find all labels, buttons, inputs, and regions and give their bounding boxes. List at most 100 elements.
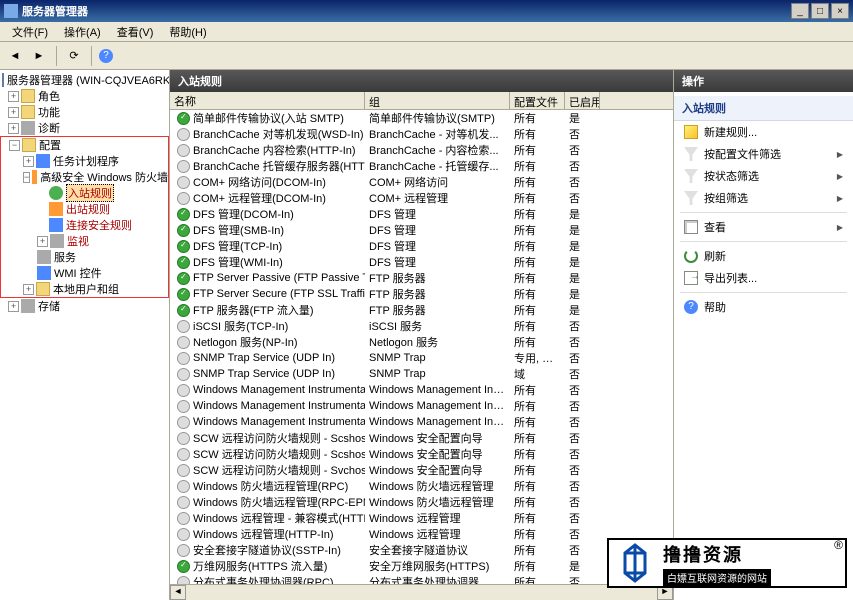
scroll-left-button[interactable]: ◄	[170, 585, 186, 600]
rule-group: 安全万维网服务(HTTPS)	[365, 558, 510, 574]
rule-name: Windows 远程管理(HTTP-In)	[193, 526, 334, 542]
rule-row[interactable]: SCW 远程访问防火墙规则 - Svchost ...Windows 安全配置向…	[170, 462, 673, 478]
rule-row[interactable]: SCW 远程访问防火墙规则 - Scshost ...Windows 安全配置向…	[170, 446, 673, 462]
rule-row[interactable]: DFS 管理(WMI-In)DFS 管理所有是	[170, 254, 673, 270]
collapse-icon[interactable]: −	[23, 172, 30, 183]
tree-pane[interactable]: 服务器管理器 (WIN-CQJVEA6RKR) +角色 +功能 +诊断 −配置 …	[0, 70, 170, 600]
rule-profile: 所有	[510, 526, 565, 542]
rule-group: Windows Management Inst...	[365, 384, 510, 396]
tree-features[interactable]: +功能	[0, 104, 169, 120]
col-profile[interactable]: 配置文件	[510, 92, 565, 109]
rule-row[interactable]: Netlogon 服务(NP-In)Netlogon 服务所有否	[170, 334, 673, 350]
rule-row[interactable]: DFS 管理(TCP-In)DFS 管理所有是	[170, 238, 673, 254]
folder-icon	[21, 105, 35, 119]
rule-name: FTP 服务器(FTP 流入量)	[193, 302, 314, 318]
rule-enabled: 否	[565, 190, 600, 206]
tree-task-scheduler[interactable]: +任务计划程序	[1, 153, 168, 169]
rule-row[interactable]: Windows 远程管理(HTTP-In)Windows 远程管理所有否	[170, 526, 673, 542]
rule-name: BranchCache 托管缓存服务器(HTTP-In)	[193, 158, 365, 174]
rule-row[interactable]: FTP Server Passive (FTP Passive Tr...FTP…	[170, 270, 673, 286]
expand-icon[interactable]: +	[8, 107, 19, 118]
rule-row[interactable]: Windows Management Instrumentation...Win…	[170, 398, 673, 414]
tree-firewall[interactable]: −高级安全 Windows 防火墙	[1, 169, 168, 185]
enabled-icon	[177, 112, 190, 125]
menu-file[interactable]: 文件(F)	[4, 22, 56, 41]
h-scrollbar[interactable]: ◄ ►	[170, 584, 673, 600]
nav-forward-button[interactable]: ►	[28, 45, 50, 67]
tree-local-users[interactable]: +本地用户和组	[1, 281, 168, 297]
tree-connection-security[interactable]: 连接安全规则	[1, 217, 168, 233]
rule-row[interactable]: 安全套接字隧道协议(SSTP-In)安全套接字隧道协议所有否	[170, 542, 673, 558]
toolbar-refresh-button[interactable]: ⟳	[63, 45, 85, 67]
tree-wmi[interactable]: WMI 控件	[1, 265, 168, 281]
folder-icon	[22, 138, 36, 152]
tree-roles[interactable]: +角色	[0, 88, 169, 104]
clock-icon	[36, 154, 50, 168]
action-filter-group[interactable]: 按组筛选▶	[674, 187, 853, 209]
nav-back-button[interactable]: ◄	[4, 45, 26, 67]
rule-row[interactable]: SNMP Trap Service (UDP In)SNMP Trap域否	[170, 366, 673, 382]
col-name[interactable]: 名称	[170, 92, 365, 109]
enabled-icon	[177, 224, 190, 237]
action-refresh[interactable]: 刷新	[674, 245, 853, 267]
rule-row[interactable]: Windows Management Instrumentation...Win…	[170, 382, 673, 398]
action-filter-profile[interactable]: 按配置文件筛选▶	[674, 143, 853, 165]
rule-row[interactable]: BranchCache 对等机发现(WSD-In)BranchCache - 对…	[170, 126, 673, 142]
rule-row[interactable]: BranchCache 托管缓存服务器(HTTP-In)BranchCache …	[170, 158, 673, 174]
action-export[interactable]: 导出列表...	[674, 267, 853, 289]
rule-row[interactable]: Windows Management Instrumentation...Win…	[170, 414, 673, 430]
minimize-button[interactable]: _	[791, 3, 809, 19]
disabled-icon	[177, 336, 190, 349]
expand-icon[interactable]: +	[8, 91, 19, 102]
expand-icon[interactable]: +	[8, 123, 19, 134]
close-button[interactable]: ×	[831, 3, 849, 19]
rule-row[interactable]: FTP Server Secure (FTP SSL Traffic...FTP…	[170, 286, 673, 302]
rule-row[interactable]: Windows 远程管理 - 兼容模式(HTTP-In)Windows 远程管理…	[170, 510, 673, 526]
col-group[interactable]: 组	[365, 92, 510, 109]
rules-list[interactable]: 简单邮件传输协议(入站 SMTP)简单邮件传输协议(SMTP)所有是Branch…	[170, 110, 673, 584]
tree-outbound-rules[interactable]: 出站规则	[1, 201, 168, 217]
expand-icon[interactable]: +	[8, 301, 19, 312]
expand-icon[interactable]: +	[23, 284, 34, 295]
disabled-icon	[177, 352, 190, 365]
menu-view[interactable]: 查看(V)	[109, 22, 162, 41]
rule-row[interactable]: 万维网服务(HTTPS 流入量)安全万维网服务(HTTPS)所有是	[170, 558, 673, 574]
rule-row[interactable]: DFS 管理(SMB-In)DFS 管理所有是	[170, 222, 673, 238]
maximize-button[interactable]: □	[811, 3, 829, 19]
tree-config[interactable]: −配置	[1, 137, 168, 153]
rule-row[interactable]: FTP 服务器(FTP 流入量)FTP 服务器所有是	[170, 302, 673, 318]
rule-row[interactable]: 简单邮件传输协议(入站 SMTP)简单邮件传输协议(SMTP)所有是	[170, 110, 673, 126]
tree-root[interactable]: 服务器管理器 (WIN-CQJVEA6RKR)	[0, 72, 169, 88]
rule-row[interactable]: 分布式事务处理协调器(RPC)分布式事务处理协调器所有否	[170, 574, 673, 584]
tree-storage[interactable]: +存储	[0, 298, 169, 314]
expand-icon[interactable]: +	[37, 236, 48, 247]
tree-diagnostics[interactable]: +诊断	[0, 120, 169, 136]
expand-icon[interactable]: +	[23, 156, 34, 167]
rule-enabled: 否	[565, 478, 600, 494]
rule-row[interactable]: SNMP Trap Service (UDP In)SNMP Trap专用, 公…	[170, 350, 673, 366]
storage-icon	[21, 299, 35, 313]
rule-row[interactable]: COM+ 网络访问(DCOM-In)COM+ 网络访问所有否	[170, 174, 673, 190]
rule-row[interactable]: COM+ 远程管理(DCOM-In)COM+ 远程管理所有否	[170, 190, 673, 206]
action-view[interactable]: 查看▶	[674, 216, 853, 238]
collapse-icon[interactable]: −	[9, 140, 20, 151]
rule-profile: 所有	[510, 158, 565, 174]
scroll-track[interactable]	[186, 585, 657, 600]
tree-monitor[interactable]: +监视	[1, 233, 168, 249]
action-help[interactable]: ?帮助	[674, 296, 853, 318]
col-enabled[interactable]: 已启用	[565, 92, 600, 109]
action-filter-state[interactable]: 按状态筛选▶	[674, 165, 853, 187]
rule-row[interactable]: Windows 防火墙远程管理(RPC-EPMAP)Windows 防火墙远程管…	[170, 494, 673, 510]
menu-action[interactable]: 操作(A)	[56, 22, 109, 41]
rule-row[interactable]: Windows 防火墙远程管理(RPC)Windows 防火墙远程管理所有否	[170, 478, 673, 494]
rule-row[interactable]: iSCSI 服务(TCP-In)iSCSI 服务所有否	[170, 318, 673, 334]
menu-help[interactable]: 帮助(H)	[161, 22, 214, 41]
rule-row[interactable]: SCW 远程访问防火墙规则 - Scshost ...Windows 安全配置向…	[170, 430, 673, 446]
action-new-rule[interactable]: 新建规则...	[674, 121, 853, 143]
tree-services[interactable]: 服务	[1, 249, 168, 265]
rule-row[interactable]: BranchCache 内容检索(HTTP-In)BranchCache - 内…	[170, 142, 673, 158]
rule-row[interactable]: DFS 管理(DCOM-In)DFS 管理所有是	[170, 206, 673, 222]
rule-profile: 所有	[510, 446, 565, 462]
tree-inbound-rules[interactable]: 入站规则	[1, 185, 168, 201]
toolbar-help-button[interactable]: ?	[98, 45, 120, 67]
